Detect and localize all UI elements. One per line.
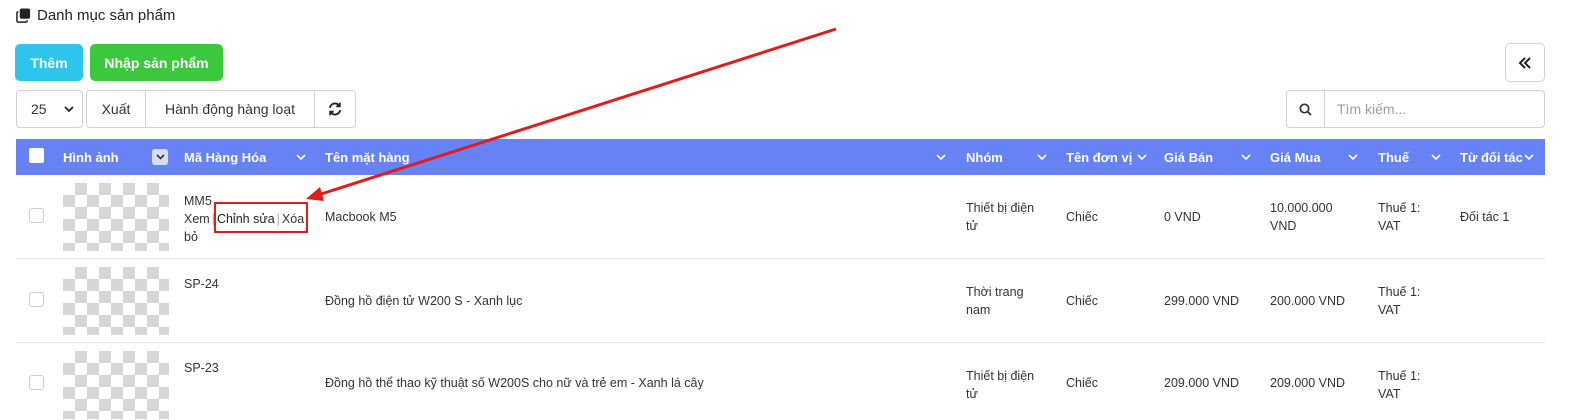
import-products-button[interactable]: Nhập sản phẩm bbox=[90, 44, 223, 81]
partner-link[interactable]: Đối tác 1 bbox=[1460, 208, 1509, 226]
view-link[interactable]: Xem bbox=[184, 212, 210, 226]
product-code-link[interactable]: MM5 bbox=[184, 192, 212, 210]
chevron-down-icon[interactable] bbox=[296, 154, 306, 161]
column-label: Nhóm bbox=[966, 149, 1003, 165]
product-group: Thời trang nam bbox=[966, 285, 1024, 317]
chevron-down-icon[interactable] bbox=[1137, 154, 1147, 161]
search-icon[interactable] bbox=[1287, 91, 1325, 127]
column-header-partner[interactable]: Từ đối tác bbox=[1460, 139, 1523, 175]
column-label: Mã Hàng Hóa bbox=[184, 149, 267, 165]
column-label: Từ đối tác bbox=[1460, 149, 1523, 165]
sale-price: 299.000 VND bbox=[1164, 294, 1240, 308]
tax: Thuế 1: VAT bbox=[1378, 369, 1421, 401]
product-image-placeholder bbox=[63, 351, 169, 419]
product-name: Đồng hồ điện tử W200 S - Xanh lục bbox=[325, 294, 523, 308]
add-button[interactable]: Thêm bbox=[15, 44, 83, 81]
column-label: Tên đơn vị bbox=[1066, 149, 1133, 165]
sale-price: 209.000 VND bbox=[1164, 376, 1240, 390]
column-header-code[interactable]: Mã Hàng Hóa bbox=[184, 139, 266, 175]
column-header-image: Hình ảnh bbox=[63, 139, 119, 175]
product-unit: Chiếc bbox=[1066, 210, 1098, 224]
product-image-placeholder bbox=[63, 183, 169, 251]
column-label: Tên mặt hàng bbox=[325, 149, 410, 165]
row-checkbox[interactable] bbox=[29, 208, 44, 223]
column-header-tax[interactable]: Thuế bbox=[1378, 139, 1409, 175]
select-all-checkbox[interactable] bbox=[29, 148, 44, 163]
chevron-down-icon bbox=[155, 154, 165, 160]
product-code-link[interactable]: SP-24 bbox=[184, 275, 219, 293]
row-checkbox[interactable] bbox=[29, 292, 44, 307]
column-header-unit[interactable]: Tên đơn vị bbox=[1066, 139, 1132, 175]
table-header: Hình ảnh Mã Hàng Hóa Tên mặt hàng Nhóm T… bbox=[16, 139, 1545, 175]
tax: Thuế 1: VAT bbox=[1378, 201, 1421, 233]
row-checkbox[interactable] bbox=[29, 375, 44, 390]
table-row[interactable]: SP-24 Đồng hồ điện tử W200 S - Xanh lục … bbox=[16, 259, 1545, 343]
page-size-select[interactable]: 25 bbox=[16, 90, 83, 128]
page-title-text: Danh mục sản phẩm bbox=[37, 7, 176, 24]
product-group: Thiết bị điện tử bbox=[966, 369, 1035, 401]
search-input[interactable] bbox=[1325, 91, 1544, 127]
table-row[interactable]: SP-23 Đồng hồ thể thao kỹ thuật số W200S… bbox=[16, 343, 1545, 420]
product-group: Thiết bị điện tử bbox=[966, 201, 1035, 233]
chevron-down-icon[interactable] bbox=[1431, 154, 1441, 161]
column-header-name[interactable]: Tên mặt hàng bbox=[325, 139, 410, 175]
column-header-sale-price[interactable]: Giá Bán bbox=[1164, 139, 1213, 175]
search-box bbox=[1286, 90, 1545, 128]
annotation-highlight-box bbox=[214, 202, 308, 233]
column-label: Giá Mua bbox=[1270, 149, 1321, 165]
product-name: Đồng hồ thể thao kỹ thuật số W200S cho n… bbox=[325, 376, 704, 390]
page-size-value: 25 bbox=[31, 101, 47, 117]
page-title: Danh mục sản phẩm bbox=[16, 7, 175, 24]
table-toolbar: 25 Xuất Hành động hàng loạt bbox=[16, 90, 356, 128]
bulk-actions-button[interactable]: Hành động hàng loạt bbox=[145, 90, 315, 128]
buy-price: 10.000.000 VND bbox=[1270, 201, 1333, 233]
product-code-link[interactable]: SP-23 bbox=[184, 359, 219, 377]
column-header-group[interactable]: Nhóm bbox=[966, 139, 1003, 175]
column-toggle-button[interactable] bbox=[152, 149, 168, 165]
refresh-button[interactable] bbox=[314, 90, 356, 128]
chevron-down-icon[interactable] bbox=[1037, 154, 1047, 161]
chevron-down-icon[interactable] bbox=[1348, 154, 1358, 161]
column-label: Giá Bán bbox=[1164, 149, 1214, 165]
product-unit: Chiếc bbox=[1066, 376, 1098, 390]
export-button[interactable]: Xuất bbox=[86, 90, 146, 128]
column-label: Thuế bbox=[1378, 149, 1410, 165]
collapse-panel-button[interactable] bbox=[1505, 43, 1545, 82]
chevron-down-icon[interactable] bbox=[1241, 154, 1251, 161]
column-header-buy-price[interactable]: Giá Mua bbox=[1270, 139, 1321, 175]
refresh-icon bbox=[329, 102, 341, 116]
chevron-down-icon bbox=[64, 105, 74, 112]
buy-price: 200.000 VND bbox=[1270, 294, 1346, 308]
product-unit: Chiếc bbox=[1066, 294, 1098, 308]
chevron-down-icon[interactable] bbox=[936, 154, 946, 161]
buy-price: 209.000 VND bbox=[1270, 376, 1346, 390]
double-chevron-left-icon bbox=[1518, 56, 1531, 69]
sale-price: 0 VND bbox=[1164, 210, 1201, 224]
column-label: Hình ảnh bbox=[63, 149, 119, 165]
copy-icon bbox=[16, 8, 31, 23]
tax: Thuế 1: VAT bbox=[1378, 285, 1421, 317]
chevron-down-icon[interactable] bbox=[1524, 154, 1534, 161]
product-image-placeholder bbox=[63, 267, 169, 335]
product-name: Macbook M5 bbox=[325, 210, 397, 224]
